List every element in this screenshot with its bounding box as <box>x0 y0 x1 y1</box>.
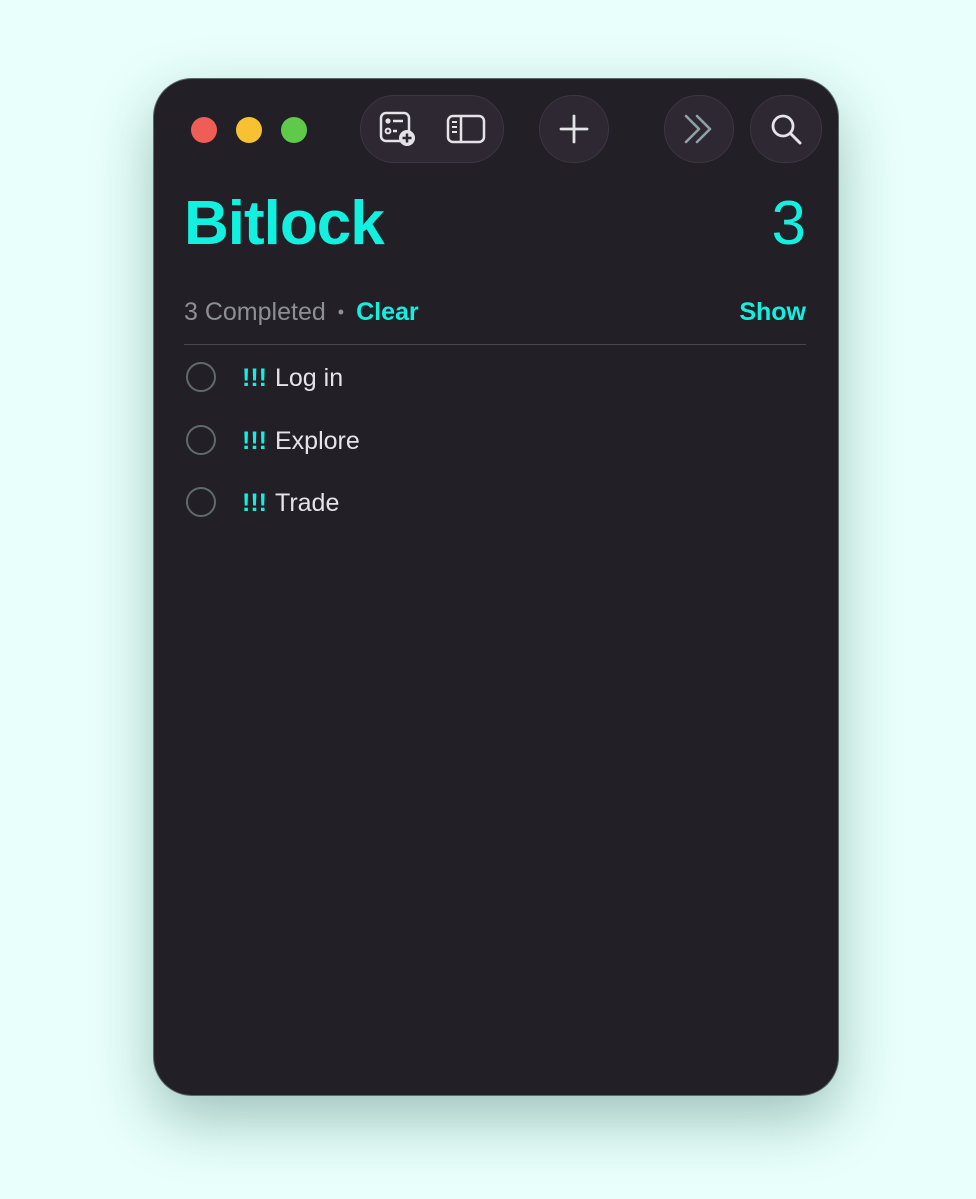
priority-marker: !!! <box>242 364 267 392</box>
reminder-checkbox[interactable] <box>186 424 216 455</box>
new-list-button[interactable] <box>375 106 421 152</box>
more-toolbar-items-button[interactable] <box>664 95 734 163</box>
search-button[interactable] <box>750 95 822 163</box>
zoom-window-button[interactable] <box>281 117 307 143</box>
reminder-list: !!! Log in !!! Explore !!! Trade <box>186 362 806 550</box>
toolbar-view-group <box>360 95 504 163</box>
minimize-window-button[interactable] <box>236 117 262 143</box>
reminder-checkbox[interactable] <box>186 362 216 392</box>
reminder-text[interactable]: !!! Trade <box>242 487 339 519</box>
plus-icon <box>559 114 589 144</box>
priority-marker: !!! <box>242 426 267 455</box>
reminder-checkbox[interactable] <box>186 487 216 517</box>
close-window-button[interactable] <box>191 117 217 143</box>
sidebar-icon <box>446 114 486 144</box>
divider <box>184 344 806 345</box>
list-title: Bitlock <box>184 189 385 258</box>
reminder-text[interactable]: !!! Log in <box>242 362 343 394</box>
clear-completed-button[interactable]: Clear <box>356 295 419 329</box>
reminder-item[interactable]: !!! Trade <box>186 487 806 550</box>
search-icon <box>771 114 802 145</box>
reminder-item[interactable]: !!! Explore <box>186 424 806 488</box>
toggle-sidebar-button[interactable] <box>443 106 489 152</box>
reminder-title: Explore <box>274 426 360 455</box>
reminder-title: Trade <box>274 489 340 517</box>
reminder-title: Log in <box>274 364 344 392</box>
completed-summary: 3 Completed • Clear <box>184 295 419 329</box>
reminder-text[interactable]: !!! Explore <box>242 425 360 457</box>
reminder-count: 3 <box>771 189 806 258</box>
new-list-icon <box>379 111 415 146</box>
reminder-item[interactable]: !!! Log in <box>186 362 806 425</box>
priority-marker: !!! <box>242 489 267 517</box>
reminders-window: Bitlock 3 3 Completed • Clear Show !!! Lo… <box>154 79 838 1095</box>
chevrons-right-icon <box>684 114 712 144</box>
completed-count-label: 3 Completed <box>184 298 326 326</box>
show-completed-button[interactable]: Show <box>739 295 806 329</box>
summary-separator: • <box>337 302 345 322</box>
add-reminder-button[interactable] <box>539 95 609 163</box>
